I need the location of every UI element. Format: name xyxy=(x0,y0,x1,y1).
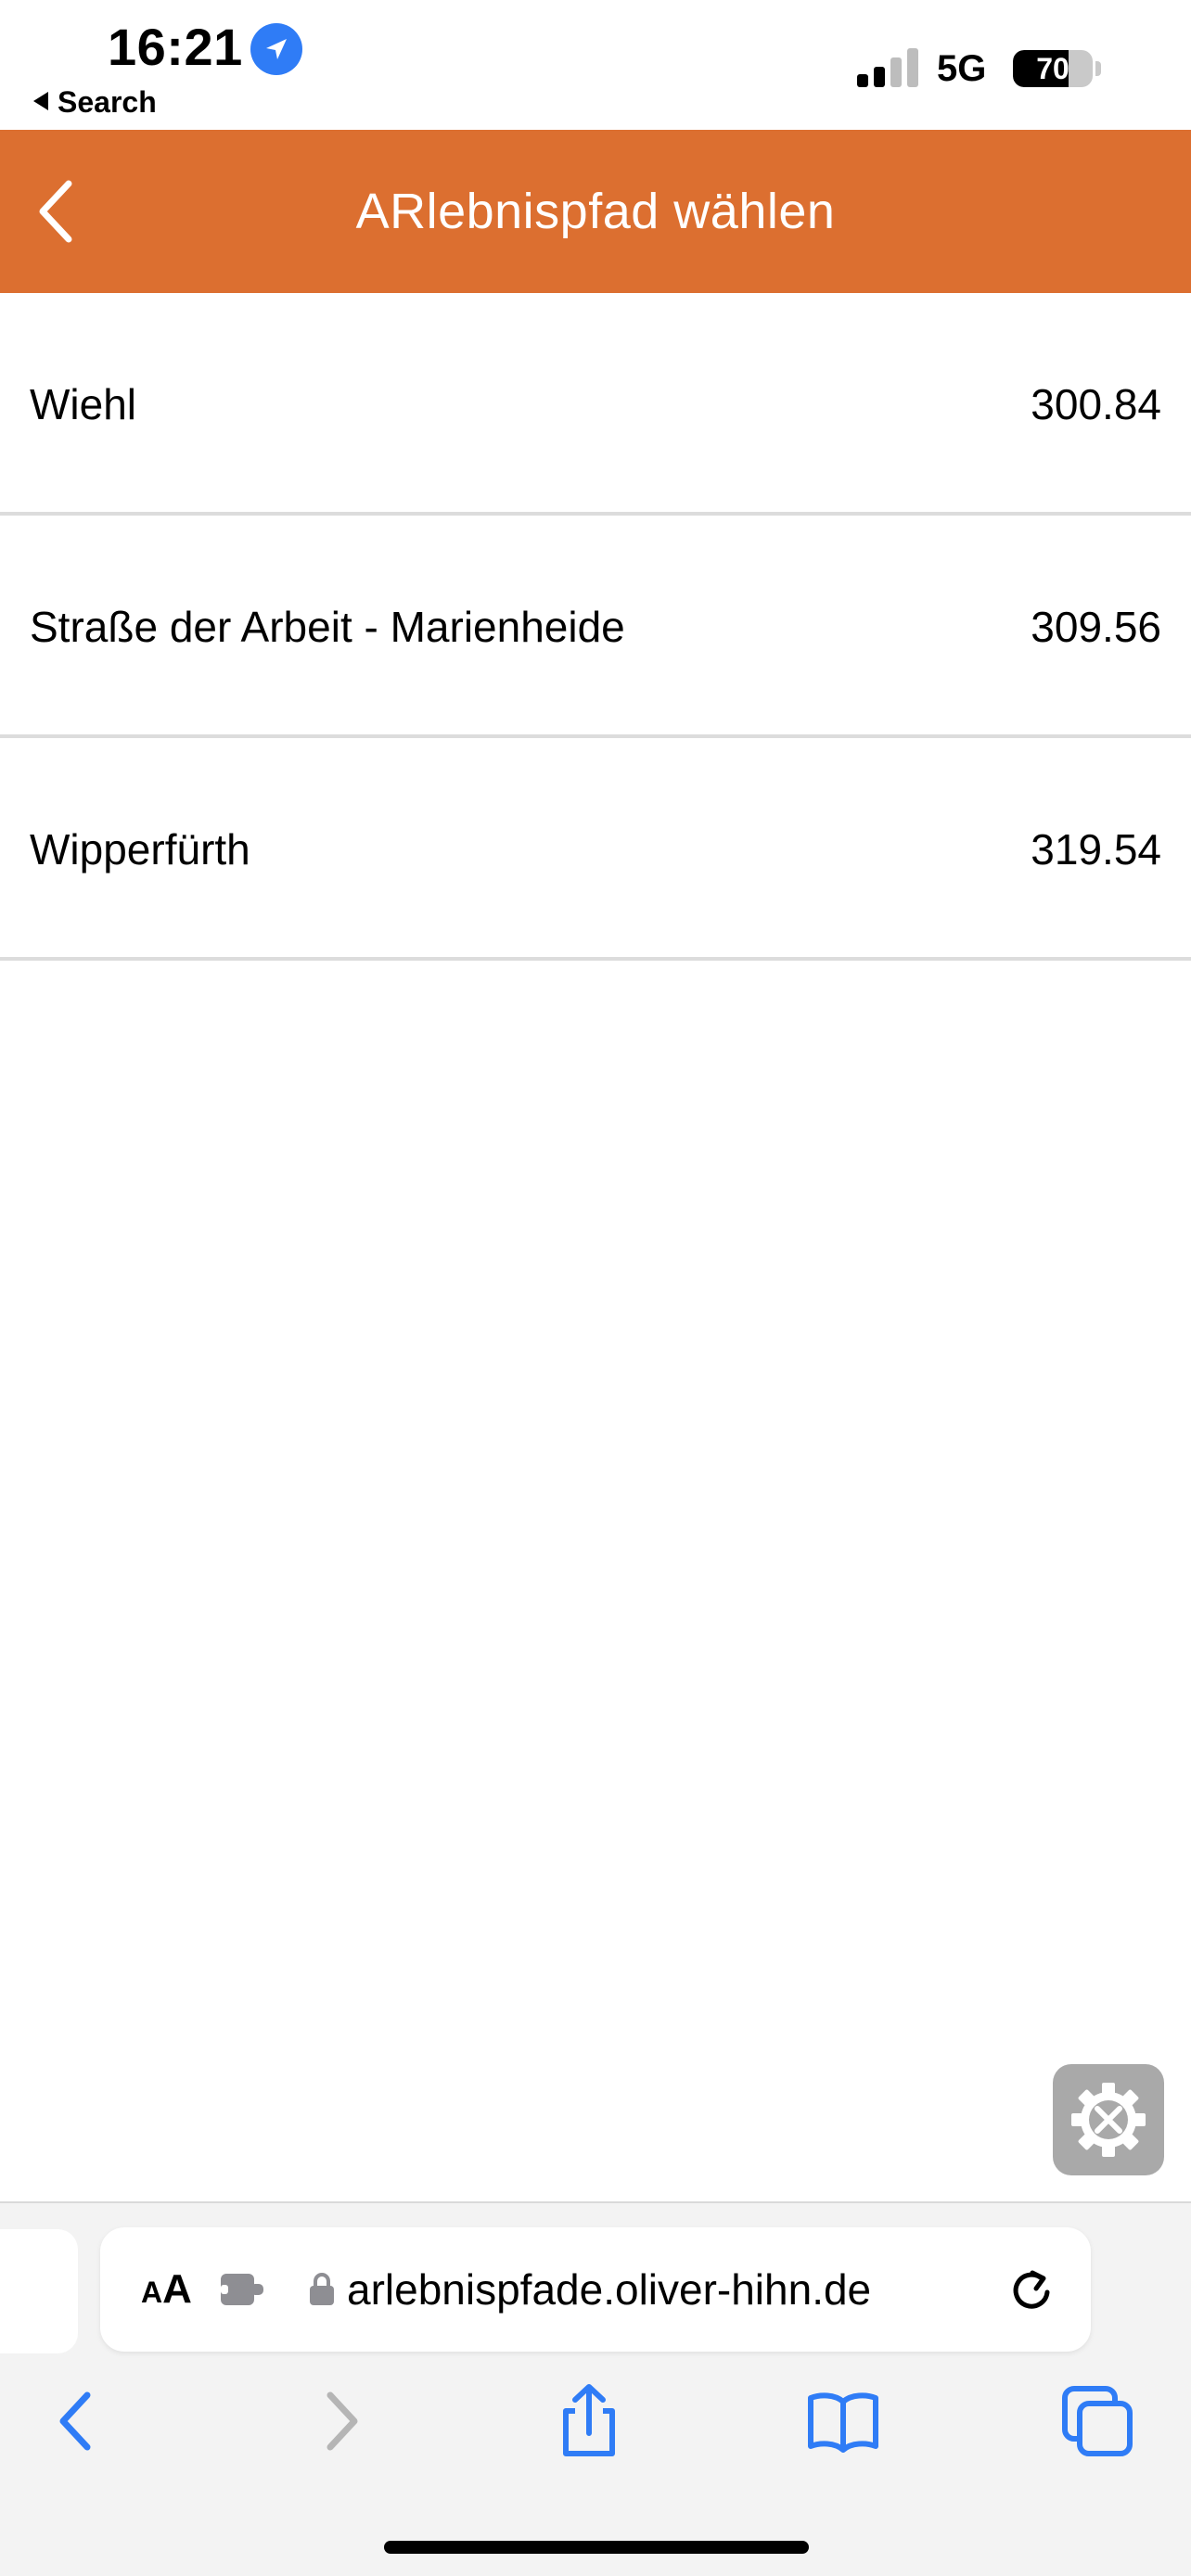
back-triangle-icon xyxy=(33,92,48,110)
settings-tools-icon xyxy=(1071,2083,1146,2157)
chevron-left-icon xyxy=(39,180,72,243)
browser-forward-icon[interactable] xyxy=(297,2379,380,2463)
list-item-value: 309.56 xyxy=(1031,603,1161,651)
text-size-button[interactable]: AA xyxy=(141,2227,192,2354)
status-bar: 16:21 Search 5G 70 xyxy=(0,0,1191,130)
location-arrow-icon xyxy=(250,23,302,75)
list-item[interactable]: Straße der Arbeit - Marienheide 309.56 xyxy=(0,516,1191,738)
bookmarks-icon[interactable] xyxy=(801,2379,885,2463)
address-bar[interactable]: AA arlebnispfade.oliver-hihn.de xyxy=(100,2227,1091,2352)
list-item[interactable]: Wiehl 300.84 xyxy=(0,293,1191,516)
trail-list: Wiehl 300.84 Straße der Arbeit - Marienh… xyxy=(0,293,1191,961)
reload-icon[interactable] xyxy=(1005,2264,1057,2316)
list-item[interactable]: Wipperfürth 319.54 xyxy=(0,738,1191,961)
page-title: ARlebnispfad wählen xyxy=(355,184,836,239)
tabs-icon[interactable] xyxy=(1056,2379,1139,2463)
browser-toolbar: AA arlebnispfade.oliver-hihn.de xyxy=(0,2201,1191,2576)
list-item-name: Straße der Arbeit - Marienheide xyxy=(30,603,625,651)
text-size-small-a: A xyxy=(141,2276,163,2309)
app-header: ARlebnispfad wählen xyxy=(0,130,1191,293)
url-text: arlebnispfade.oliver-hihn.de xyxy=(347,2265,872,2314)
battery-cap xyxy=(1095,61,1101,76)
page: 16:21 Search 5G 70 ARlebnispfad wählen W… xyxy=(0,0,1191,2576)
list-item-value: 319.54 xyxy=(1031,825,1161,874)
extension-icon[interactable] xyxy=(219,2268,265,2311)
back-app-label: Search xyxy=(58,85,157,119)
battery-icon: 70 xyxy=(1013,50,1093,87)
list-item-value: 300.84 xyxy=(1031,380,1161,428)
list-item-name: Wipperfürth xyxy=(30,825,250,874)
signal-strength-icon xyxy=(857,48,920,87)
settings-button[interactable] xyxy=(1053,2064,1164,2175)
battery-level: 70 xyxy=(1036,52,1069,85)
status-time: 16:21 xyxy=(108,18,243,76)
back-button[interactable] xyxy=(32,176,87,247)
network-type: 5G xyxy=(937,48,987,89)
share-icon[interactable] xyxy=(547,2379,631,2463)
list-item-name: Wiehl xyxy=(30,380,137,428)
browser-back-icon[interactable] xyxy=(37,2379,121,2463)
lock-icon xyxy=(310,2273,334,2305)
text-size-large-a: A xyxy=(162,2266,192,2312)
previous-tab-preview[interactable] xyxy=(0,2229,78,2353)
back-to-app-link[interactable]: Search xyxy=(33,85,157,120)
home-indicator xyxy=(384,2541,809,2554)
